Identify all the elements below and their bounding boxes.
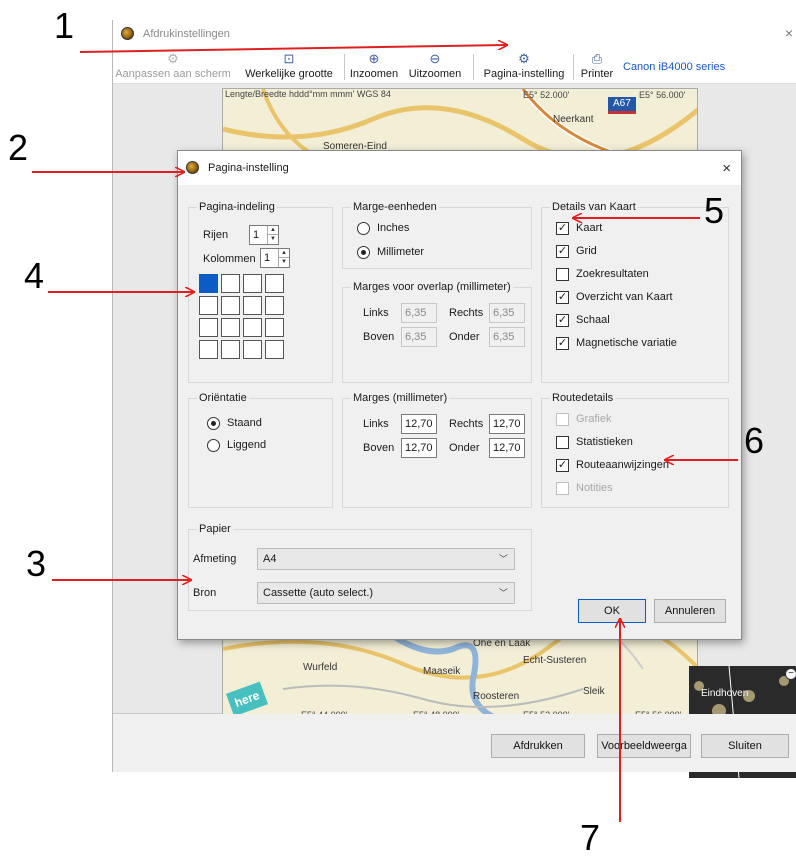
arrow-to-page-setup [79, 45, 506, 53]
annotation-arrows [32, 0, 738, 822]
